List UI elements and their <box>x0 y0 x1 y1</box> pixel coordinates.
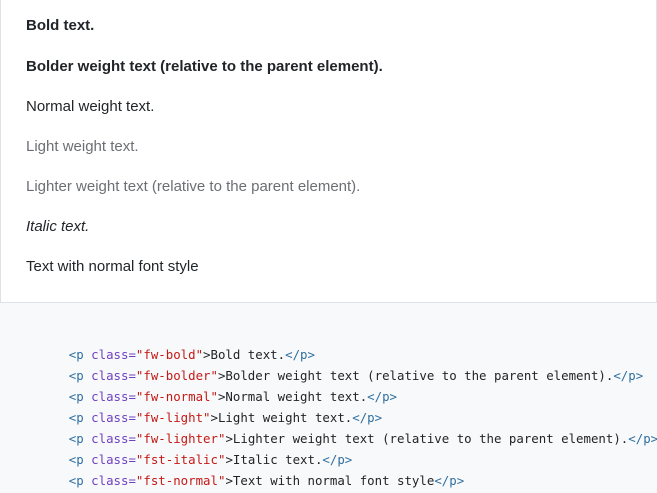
code-attribute-value: "fst-normal" <box>135 473 226 488</box>
code-tag-open: <p <box>68 473 84 488</box>
italic-text-example: Italic text. <box>26 218 90 235</box>
lighter-text-example: Lighter weight text (relative to the par… <box>26 178 361 195</box>
bold-text-example: Bold text. <box>26 17 95 34</box>
normal-style-text-example: Text with normal font style <box>26 258 199 275</box>
code-tag-close: </p> <box>613 368 644 383</box>
code-attribute: class= <box>83 473 136 488</box>
code-tag-close: </p> <box>628 431 657 446</box>
code-content: >Text with normal font style <box>225 473 435 488</box>
code-snippet[interactable]: <p class="fw-bold">Bold text.</p> <p cla… <box>0 303 657 493</box>
example-preview: Bold text. Bolder weight text (relative … <box>0 0 657 303</box>
code-line: <p class="fst-normal">Text with normal f… <box>24 457 464 493</box>
bolder-text-example: Bolder weight text (relative to the pare… <box>26 58 383 75</box>
code-tag-close: </p> <box>434 473 465 488</box>
light-text-example: Light weight text. <box>26 138 139 155</box>
normal-text-example: Normal weight text. <box>26 98 155 115</box>
docs-page: Bold text. Bolder weight text (relative … <box>0 0 657 493</box>
